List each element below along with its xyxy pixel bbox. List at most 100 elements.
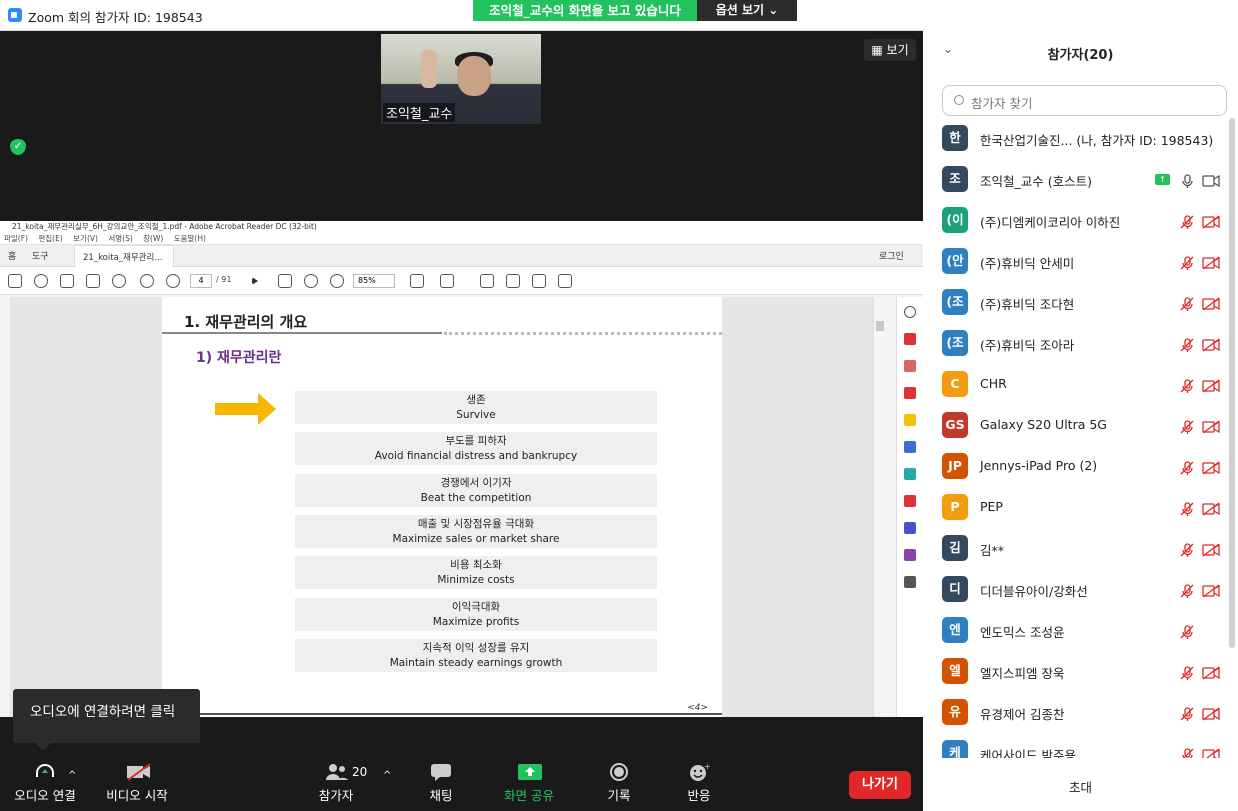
menu-file[interactable]: 파일(F) bbox=[4, 234, 28, 243]
more-tools-icon[interactable] bbox=[904, 576, 916, 588]
tab-tools[interactable]: 도구 bbox=[32, 249, 49, 262]
camera-off-icon[interactable] bbox=[1202, 378, 1220, 393]
chat-button[interactable]: 채팅 bbox=[426, 763, 456, 804]
scan-icon[interactable] bbox=[904, 468, 916, 480]
zoom-tool-icon[interactable] bbox=[904, 306, 916, 318]
mic-muted-icon[interactable] bbox=[1180, 624, 1194, 639]
mic-muted-icon[interactable] bbox=[1180, 296, 1194, 311]
select-cursor-icon[interactable] bbox=[252, 277, 258, 285]
participant-row[interactable]: C CHR bbox=[923, 364, 1226, 405]
participant-row[interactable]: (안 (주)휴비딕 안세미 bbox=[923, 241, 1226, 282]
leave-button[interactable]: 나가기 bbox=[849, 771, 911, 799]
mic-icon[interactable] bbox=[1180, 173, 1194, 188]
mic-muted-icon[interactable] bbox=[1180, 255, 1194, 270]
reactions-button[interactable]: + 반응 bbox=[684, 762, 714, 804]
participant-search-input[interactable]: 참가자 찾기 bbox=[942, 85, 1227, 116]
scroll-mode-icon[interactable] bbox=[440, 274, 454, 288]
camera-off-icon[interactable] bbox=[1202, 296, 1220, 311]
camera-off-icon[interactable] bbox=[1202, 583, 1220, 598]
next-page-icon[interactable] bbox=[166, 274, 180, 288]
camera-off-icon[interactable] bbox=[1202, 706, 1220, 721]
tab-document[interactable]: 21_koita_재무관리... bbox=[74, 245, 174, 267]
view-layout-button[interactable]: ▦ 보기 bbox=[864, 39, 916, 61]
search-icon[interactable] bbox=[112, 274, 126, 288]
participant-row[interactable]: 유 유경제어 김종찬 bbox=[923, 692, 1226, 733]
camera-off-icon[interactable] bbox=[1202, 665, 1220, 680]
participant-row[interactable]: GS Galaxy S20 Ultra 5G bbox=[923, 405, 1226, 446]
organize-pages-icon[interactable] bbox=[904, 360, 916, 372]
comment-tool-icon[interactable] bbox=[904, 414, 916, 426]
invite-button[interactable]: 초대 bbox=[923, 777, 1238, 796]
participant-row[interactable]: 조 조익철_교수 (호스트) ↑ bbox=[923, 159, 1226, 200]
mic-muted-icon[interactable] bbox=[1180, 501, 1194, 516]
fill-sign-icon[interactable] bbox=[904, 495, 916, 507]
participant-row[interactable]: P PEP bbox=[923, 487, 1226, 528]
mic-muted-icon[interactable] bbox=[1180, 419, 1194, 434]
highlight-pen-icon[interactable] bbox=[506, 274, 520, 288]
security-shield-icon[interactable]: ✓ bbox=[10, 139, 26, 155]
camera-off-icon[interactable] bbox=[1202, 460, 1220, 475]
camera-off-icon[interactable] bbox=[1202, 747, 1220, 758]
participant-row[interactable]: 엘 엘지스피엠 장욱 bbox=[923, 651, 1226, 692]
zoom-in-icon[interactable] bbox=[330, 274, 344, 288]
star-icon[interactable] bbox=[34, 274, 48, 288]
login-link[interactable]: 로그인 bbox=[879, 249, 904, 262]
zoom-level-select[interactable]: 85% bbox=[353, 274, 395, 288]
host-video-thumbnail[interactable]: 조익철_교수 bbox=[381, 34, 541, 124]
menu-window[interactable]: 창(W) bbox=[143, 234, 163, 243]
participant-row[interactable]: (조 (주)휴비딕 조아라 bbox=[923, 323, 1226, 364]
video-button[interactable]: 비디오 시작 bbox=[104, 763, 170, 804]
participants-caret[interactable]: ^ bbox=[383, 770, 391, 781]
tab-home[interactable]: 홈 bbox=[8, 249, 16, 262]
camera-off-icon[interactable] bbox=[1202, 501, 1220, 516]
zoom-out-icon[interactable] bbox=[304, 274, 318, 288]
camera-off-icon[interactable] bbox=[1202, 255, 1220, 270]
scroll-thumb[interactable] bbox=[876, 321, 884, 331]
menu-edit[interactable]: 편집(E) bbox=[38, 234, 62, 243]
pdf-scrollbar[interactable] bbox=[873, 297, 886, 717]
audio-options-caret[interactable]: ^ bbox=[68, 770, 76, 781]
participant-row[interactable]: JP Jennys-iPad Pro (2) bbox=[923, 446, 1226, 487]
camera-icon[interactable] bbox=[1202, 173, 1220, 188]
share-screen-button[interactable]: 화면 공유 bbox=[500, 763, 558, 804]
mic-muted-icon[interactable] bbox=[1180, 460, 1194, 475]
view-options-button[interactable]: 옵션 보기 ⌄ bbox=[697, 0, 797, 21]
email-icon[interactable] bbox=[86, 274, 100, 288]
mic-muted-icon[interactable] bbox=[1180, 214, 1194, 229]
mic-muted-icon[interactable] bbox=[1180, 378, 1194, 393]
menu-help[interactable]: 도움말(H) bbox=[174, 234, 206, 243]
request-signature-icon[interactable] bbox=[904, 549, 916, 561]
participant-row[interactable]: (조 (주)휴비딕 조다현 bbox=[923, 282, 1226, 323]
mic-muted-icon[interactable] bbox=[1180, 747, 1194, 758]
camera-off-icon[interactable] bbox=[1202, 337, 1220, 352]
protect-icon[interactable] bbox=[904, 522, 916, 534]
export-pdf-icon[interactable] bbox=[904, 387, 916, 399]
mic-muted-icon[interactable] bbox=[1180, 542, 1194, 557]
record-button[interactable]: 기록 bbox=[604, 763, 634, 804]
menu-view[interactable]: 보기(V) bbox=[73, 234, 98, 243]
save-icon[interactable] bbox=[8, 274, 22, 288]
mic-muted-icon[interactable] bbox=[1180, 706, 1194, 721]
menu-sign[interactable]: 서명(S) bbox=[108, 234, 132, 243]
mic-muted-icon[interactable] bbox=[1180, 337, 1194, 352]
prev-page-icon[interactable] bbox=[140, 274, 154, 288]
participant-row[interactable]: 한 한국산업기술진... (나, 참가자 ID: 198543) bbox=[923, 118, 1226, 159]
participant-row[interactable]: 디 디더블유아이/강화선 bbox=[923, 569, 1226, 610]
combine-files-icon[interactable] bbox=[904, 441, 916, 453]
mic-muted-icon[interactable] bbox=[1180, 665, 1194, 680]
sign-icon[interactable] bbox=[532, 274, 546, 288]
participant-row[interactable]: 엔 엔도믹스 조성윤 bbox=[923, 610, 1226, 651]
participant-row[interactable]: (이 (주)디엠케이코리아 이하진 bbox=[923, 200, 1226, 241]
participants-button[interactable]: 참가자 bbox=[316, 763, 356, 804]
comment-icon[interactable] bbox=[480, 274, 494, 288]
mic-muted-icon[interactable] bbox=[1180, 583, 1194, 598]
camera-off-icon[interactable] bbox=[1202, 542, 1220, 557]
document-area[interactable]: 1. 재무관리의 개요 1) 재무관리란 생존 Survive 부도를 피하자 Avo… bbox=[10, 297, 886, 717]
page-number-input[interactable]: 4 bbox=[190, 274, 212, 288]
print-icon[interactable] bbox=[60, 274, 74, 288]
hand-tool-icon[interactable] bbox=[278, 274, 292, 288]
participant-scrollbar[interactable] bbox=[1229, 118, 1235, 648]
participant-list[interactable]: 한 한국산업기술진... (나, 참가자 ID: 198543) 조 조익철_교수 (… bbox=[923, 118, 1226, 758]
create-pdf-icon[interactable] bbox=[904, 333, 916, 345]
camera-off-icon[interactable] bbox=[1202, 419, 1220, 434]
